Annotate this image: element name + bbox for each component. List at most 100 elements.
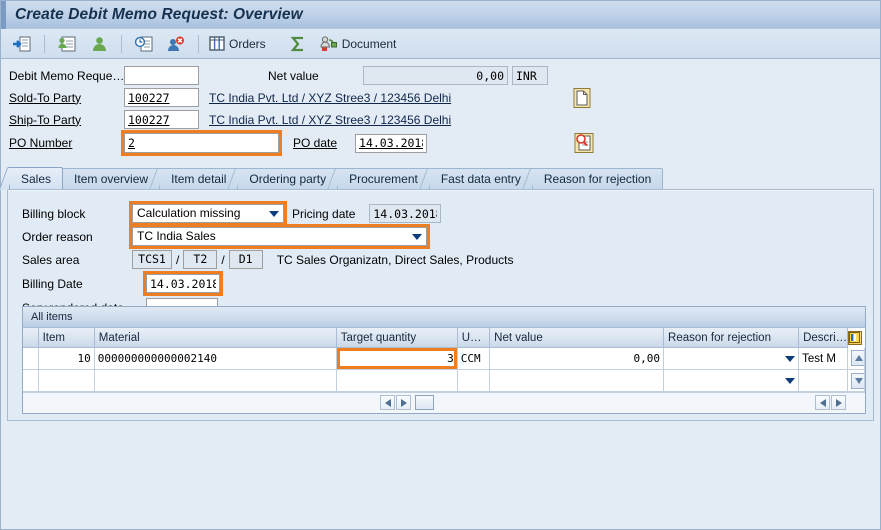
- sold-to-party-detail-icon[interactable]: [571, 87, 593, 109]
- cell-unit[interactable]: CCM: [457, 347, 491, 370]
- tab-strip: Sales Item overview Item detail Ordering…: [9, 167, 880, 189]
- cell-net-value: [489, 369, 665, 392]
- row-selector[interactable]: [23, 347, 39, 370]
- tab-item-overview-label: Item overview: [74, 172, 149, 186]
- cell-material[interactable]: [94, 369, 337, 392]
- cell-target-quantity-value: 3: [447, 352, 454, 365]
- cell-reason-for-rejection[interactable]: [663, 347, 800, 370]
- document-person-icon[interactable]: [52, 32, 82, 56]
- select-all-header[interactable]: [23, 328, 39, 348]
- po-date-input[interactable]: [355, 133, 428, 153]
- sap-window: Create Debit Memo Request: Overview Orde…: [0, 0, 881, 530]
- header-unit[interactable]: U…: [457, 328, 491, 348]
- scroll-left-icon[interactable]: [380, 395, 395, 410]
- ship-to-party-input[interactable]: [124, 110, 199, 129]
- document-button-label: Document: [341, 36, 397, 51]
- clock-document-icon[interactable]: [129, 32, 159, 56]
- order-reason-label: Order reason: [22, 229, 93, 244]
- tab-item-overview[interactable]: Item overview: [62, 168, 161, 189]
- pricing-date-input[interactable]: [369, 204, 442, 223]
- tab-procurement-label: Procurement: [349, 172, 418, 186]
- sales-area-separator-2: /: [221, 252, 225, 267]
- toolbar-separator-2: [121, 34, 122, 53]
- row-billing-date: Billing Date: [22, 271, 873, 296]
- debit-memo-request-input[interactable]: [124, 66, 199, 85]
- enter-arrow-icon[interactable]: [7, 32, 37, 56]
- row-selector[interactable]: [23, 369, 39, 392]
- scroll-thumb[interactable]: [415, 395, 434, 410]
- grid-icon: [209, 36, 225, 51]
- row-billing-block: Billing block Calculation missing Pricin…: [22, 201, 873, 226]
- sales-area-separator-1: /: [176, 252, 180, 267]
- scroll-right-icon[interactable]: [396, 395, 411, 410]
- table-row[interactable]: [23, 369, 866, 392]
- header-material[interactable]: Material: [94, 328, 337, 348]
- scroll-up-icon[interactable]: [850, 350, 864, 367]
- tab-item-detail-label: Item detail: [171, 172, 227, 186]
- po-search-icon[interactable]: [573, 132, 595, 154]
- cell-description[interactable]: Test M: [798, 347, 848, 370]
- table-settings-icon[interactable]: [847, 330, 862, 345]
- header-description[interactable]: Descri…: [798, 328, 848, 348]
- header-net-value[interactable]: Net value: [489, 328, 665, 348]
- tab-sales[interactable]: Sales: [9, 167, 64, 189]
- vertical-scroll-down[interactable]: [847, 369, 866, 392]
- person-icon[interactable]: [84, 32, 114, 56]
- billing-block-select[interactable]: Calculation missing: [129, 201, 287, 226]
- sales-org-field: TCS1: [132, 250, 172, 269]
- cell-target-quantity[interactable]: [336, 369, 458, 392]
- orders-button[interactable]: Orders: [206, 32, 271, 56]
- document-button[interactable]: Document: [317, 32, 402, 56]
- sales-area-label: Sales area: [22, 252, 80, 267]
- cell-reason-for-rejection[interactable]: [663, 369, 800, 392]
- billing-block-value: Calculation missing: [137, 206, 241, 220]
- ship-to-party-label: Ship-To Party: [9, 112, 82, 127]
- chevron-down-icon[interactable]: [785, 355, 796, 362]
- order-reason-select[interactable]: TC India Sales: [129, 224, 430, 249]
- cell-item[interactable]: 10: [38, 347, 95, 370]
- vertical-scroll-up[interactable]: [847, 347, 866, 370]
- sigma-icon[interactable]: [283, 32, 313, 56]
- header-item[interactable]: Item: [38, 328, 95, 348]
- sales-fields: Billing block Calculation missing Pricin…: [8, 190, 873, 319]
- person-flow-icon: [320, 35, 337, 51]
- cell-target-quantity[interactable]: 3: [336, 347, 458, 370]
- po-number-label: PO Number: [9, 136, 73, 150]
- grid-footer: [23, 392, 865, 413]
- billing-date-input[interactable]: [143, 271, 223, 296]
- tab-reason-for-rejection[interactable]: Reason for rejection: [531, 168, 664, 189]
- sold-to-party-input[interactable]: [124, 88, 199, 107]
- sold-to-party-description[interactable]: TC India Pvt. Ltd / XYZ Stree3 / 123456 …: [209, 91, 451, 105]
- orders-button-label: Orders: [229, 36, 266, 51]
- header-form: Debit Memo Reque… Net value Sold-To Part…: [1, 59, 880, 160]
- tab-item-detail[interactable]: Item detail: [159, 168, 239, 189]
- cell-description[interactable]: [798, 369, 848, 392]
- pager-right-icon[interactable]: [831, 395, 846, 410]
- scroll-down-icon[interactable]: [850, 372, 864, 389]
- ship-to-party-description[interactable]: TC India Pvt. Ltd / XYZ Stree3 / 123456 …: [209, 113, 451, 127]
- po-date-label: PO date: [293, 136, 338, 150]
- grid-pager[interactable]: [815, 395, 847, 410]
- column-config-header[interactable]: [847, 328, 864, 348]
- chevron-down-icon[interactable]: [785, 377, 796, 384]
- tab-fast-data-entry[interactable]: Fast data entry: [428, 168, 533, 189]
- cell-item[interactable]: [38, 369, 95, 392]
- distribution-channel-field: T2: [183, 250, 218, 269]
- row-ship-to-party: Ship-To Party TC India Pvt. Ltd / XYZ St…: [1, 109, 880, 130]
- cell-unit[interactable]: [457, 369, 491, 392]
- sold-to-party-label: Sold-To Party: [9, 90, 82, 105]
- table-row[interactable]: 10 000000000000002140 3 CCM 0,00 Test M: [23, 347, 866, 370]
- po-number-input[interactable]: [121, 130, 282, 156]
- cell-material[interactable]: 000000000000002140: [94, 347, 337, 370]
- net-value-label: Net value: [268, 68, 319, 83]
- tab-procurement[interactable]: Procurement: [337, 168, 430, 189]
- pager-left-icon[interactable]: [815, 395, 830, 410]
- horizontal-scrollbar[interactable]: [380, 395, 779, 410]
- person-delete-icon[interactable]: [161, 32, 191, 56]
- toolbar-separator-1: [44, 34, 45, 53]
- tab-ordering-party[interactable]: Ordering party: [237, 168, 339, 189]
- pricing-date-label: Pricing date: [292, 206, 356, 221]
- header-reason-for-rejection[interactable]: Reason for rejection: [663, 328, 800, 348]
- row-sold-to-party: Sold-To Party TC India Pvt. Ltd / XYZ St…: [1, 87, 880, 108]
- header-target-quantity[interactable]: Target quantity: [336, 328, 458, 348]
